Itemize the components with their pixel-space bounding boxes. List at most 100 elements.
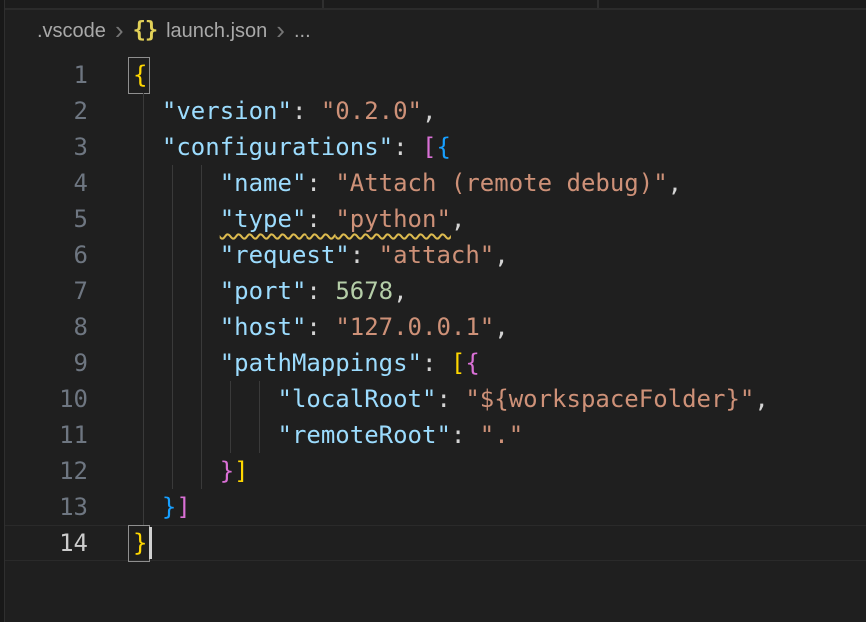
tab-strip[interactable] — [5, 0, 866, 10]
token: "request" — [220, 241, 350, 269]
code-content[interactable]: "version": "0.2.0", — [133, 93, 866, 129]
tab-divider — [597, 0, 599, 8]
line-number[interactable]: 11 — [5, 417, 88, 453]
token: ] — [176, 493, 190, 521]
code-content[interactable]: }] — [133, 453, 866, 489]
token — [133, 493, 162, 521]
line-number[interactable]: 6 — [5, 237, 88, 273]
indent-guide — [201, 345, 202, 381]
token — [133, 205, 220, 233]
line-number[interactable]: 9 — [5, 345, 88, 381]
indent-guide — [143, 165, 144, 201]
token: 5678 — [335, 277, 393, 305]
code-line-10[interactable]: 10 "localRoot": "${workspaceFolder}", — [5, 381, 866, 417]
indent-guide — [143, 453, 144, 489]
token: : — [436, 385, 465, 413]
code-line-7[interactable]: 7 "port": 5678, — [5, 273, 866, 309]
indent-guide — [143, 201, 144, 237]
token: "version" — [162, 97, 292, 125]
code-content[interactable]: "port": 5678, — [133, 273, 866, 309]
chevron-right-icon: › — [276, 20, 285, 40]
code-content[interactable]: "type": "python", — [133, 201, 866, 237]
token — [133, 133, 162, 161]
editor-pane[interactable]: .vscode›{}launch.json›... 1 { 2 "version… — [5, 10, 866, 622]
code-line-11[interactable]: 11 "remoteRoot": "." — [5, 417, 866, 453]
line-number[interactable]: 8 — [5, 309, 88, 345]
token: : — [306, 169, 335, 197]
token: "port" — [220, 277, 307, 305]
indent-guide — [143, 93, 144, 129]
line-number[interactable]: 3 — [5, 129, 88, 165]
code-content[interactable]: "configurations": [{ — [133, 129, 866, 165]
token: { — [133, 61, 147, 89]
token: : — [393, 133, 422, 161]
code-content[interactable]: "name": "Attach (remote debug)", — [133, 165, 866, 201]
token: , — [754, 385, 768, 413]
token: : — [292, 97, 321, 125]
code-line-5[interactable]: 5 "type": "python", — [5, 201, 866, 237]
breadcrumb-item-launchjson[interactable]: launch.json — [166, 20, 267, 43]
token: , — [422, 97, 436, 125]
code-content[interactable]: "host": "127.0.0.1", — [133, 309, 866, 345]
line-number[interactable]: 12 — [5, 453, 88, 489]
code-line-8[interactable]: 8 "host": "127.0.0.1", — [5, 309, 866, 345]
code-content[interactable]: { — [133, 57, 866, 93]
token: } — [133, 529, 147, 557]
json-file-icon: {} — [133, 18, 158, 43]
code-line-1[interactable]: 1 { — [5, 57, 866, 93]
token — [133, 313, 220, 341]
code-line-4[interactable]: 4 "name": "Attach (remote debug)", — [5, 165, 866, 201]
code-area[interactable]: 1 { 2 "version": "0.2.0", 3 "configurati… — [5, 53, 866, 561]
indent-guide — [143, 129, 144, 165]
token: "${workspaceFolder}" — [465, 385, 754, 413]
code-line-12[interactable]: 12 }] — [5, 453, 866, 489]
code-content[interactable]: "localRoot": "${workspaceFolder}", — [133, 381, 866, 417]
line-number[interactable]: 5 — [5, 201, 88, 237]
indent-guide — [201, 417, 202, 453]
text-cursor — [149, 527, 152, 559]
indent-guide — [172, 273, 173, 309]
code-line-9[interactable]: 9 "pathMappings": [{ — [5, 345, 866, 381]
token: [ — [422, 133, 436, 161]
code-content[interactable]: "request": "attach", — [133, 237, 866, 273]
token: "type" — [220, 205, 307, 233]
indent-guide — [143, 273, 144, 309]
breadcrumb-item-vscode[interactable]: .vscode — [37, 20, 106, 43]
indent-guide — [172, 453, 173, 489]
token: , — [494, 241, 508, 269]
breadcrumb-item-[interactable]: ... — [294, 20, 311, 43]
token: : — [350, 241, 379, 269]
indent-guide — [230, 417, 231, 453]
token: "attach" — [379, 241, 495, 269]
token: : — [306, 277, 335, 305]
indent-guide — [143, 237, 144, 273]
code-content[interactable]: "pathMappings": [{ — [133, 345, 866, 381]
code-line-3[interactable]: 3 "configurations": [{ — [5, 129, 866, 165]
breadcrumb: .vscode›{}launch.json›... — [5, 10, 866, 53]
code-line-2[interactable]: 2 "version": "0.2.0", — [5, 93, 866, 129]
code-content[interactable]: }] — [133, 489, 866, 525]
line-number[interactable]: 2 — [5, 93, 88, 129]
token: ] — [234, 457, 248, 485]
code-line-13[interactable]: 13 }] — [5, 489, 866, 525]
line-number[interactable]: 1 — [5, 57, 88, 93]
token: "." — [480, 421, 523, 449]
token: { — [436, 133, 450, 161]
indent-guide — [143, 489, 144, 525]
vscode-editor-window: .vscode›{}launch.json›... 1 { 2 "version… — [0, 0, 866, 622]
indent-guide — [201, 201, 202, 237]
code-content[interactable]: "remoteRoot": "." — [133, 417, 866, 453]
line-number[interactable]: 4 — [5, 165, 88, 201]
indent-guide — [201, 453, 202, 489]
line-number[interactable]: 10 — [5, 381, 88, 417]
line-number[interactable]: 13 — [5, 489, 88, 525]
line-number[interactable]: 14 — [5, 525, 88, 561]
code-line-14[interactable]: 14 } — [5, 525, 866, 561]
token — [133, 349, 220, 377]
token: "host" — [220, 313, 307, 341]
token: "remoteRoot" — [278, 421, 451, 449]
line-number[interactable]: 7 — [5, 273, 88, 309]
code-line-6[interactable]: 6 "request": "attach", — [5, 237, 866, 273]
indent-guide — [201, 165, 202, 201]
code-content[interactable]: } — [133, 525, 866, 561]
